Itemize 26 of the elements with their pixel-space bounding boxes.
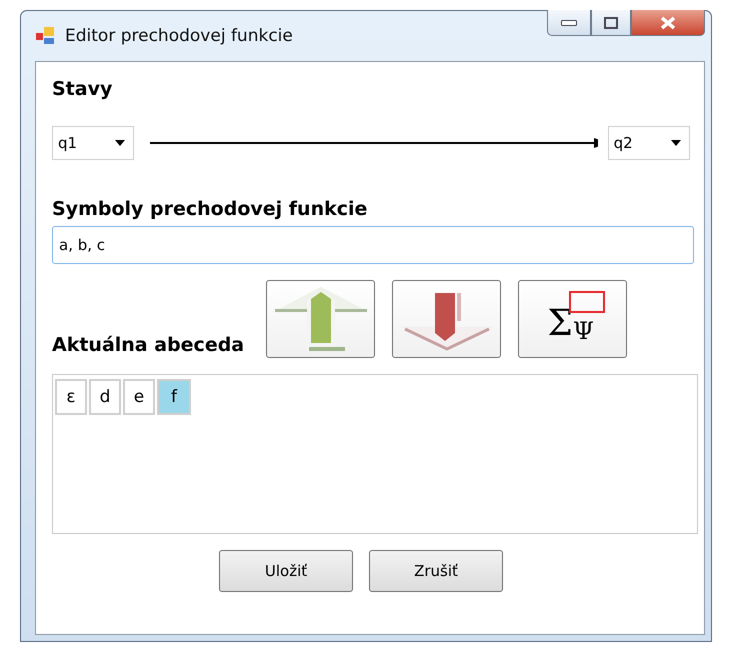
maximize-icon xyxy=(604,16,618,28)
minimize-button[interactable] xyxy=(547,10,591,36)
app-icon xyxy=(35,26,55,46)
symbol-chip[interactable]: e xyxy=(123,379,155,415)
maximize-button[interactable] xyxy=(591,10,631,36)
symbol-chip[interactable]: ε xyxy=(55,379,87,415)
save-button[interactable]: Uložiť xyxy=(219,550,353,592)
section-heading: Stavy xyxy=(52,78,114,100)
to-state-dropdown[interactable]: q2 xyxy=(608,126,690,160)
move-up-button[interactable] xyxy=(266,280,376,358)
from-state-dropdown[interactable]: q1 xyxy=(52,126,134,160)
move-down-button[interactable] xyxy=(392,280,502,358)
minimize-icon xyxy=(561,20,577,26)
symbols-field[interactable]: a, b, c xyxy=(52,226,694,264)
close-button[interactable] xyxy=(631,10,705,36)
section-heading: Symboly prechodovej funkcie xyxy=(52,198,368,220)
frame-icon xyxy=(569,290,606,313)
dropdown-arrow-icon xyxy=(670,140,681,146)
window-title: Editor prechodovej funkcie xyxy=(65,26,293,46)
close-icon xyxy=(659,16,677,30)
up-arrow-icon xyxy=(272,285,369,353)
dropdown-arrow-icon xyxy=(115,140,126,146)
symbol-chip[interactable]: d xyxy=(89,379,121,415)
section-heading: Aktuálna abeceda xyxy=(52,334,244,356)
cancel-button[interactable]: Zrušiť xyxy=(369,550,503,592)
symbol-chip[interactable]: f xyxy=(157,379,191,415)
